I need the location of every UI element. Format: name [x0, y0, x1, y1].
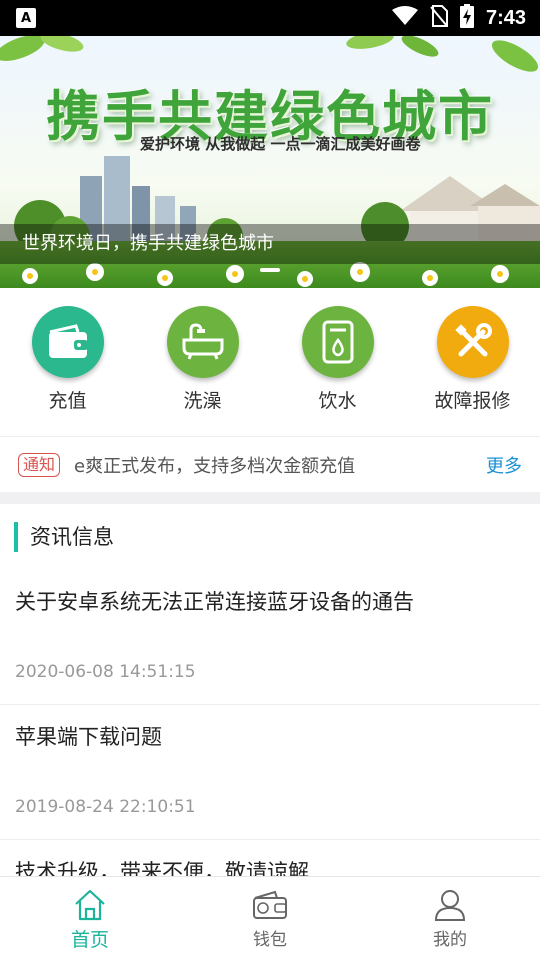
- tab-profile[interactable]: 我的: [360, 877, 540, 960]
- status-bar: A 7:43: [0, 0, 540, 36]
- banner-carousel[interactable]: 携手共建绿色城市 爱护环境 从我做起 一点一滴汇成美好画卷 世界环境日，携手共建…: [0, 36, 540, 288]
- bottom-tab-bar: 首页 钱包 我的: [0, 876, 540, 960]
- banner-caption: 世界环境日，携手共建绿色城市: [0, 224, 540, 264]
- quick-item-label: 饮水: [318, 390, 357, 412]
- banner-slogan: 爱护环境 从我做起 一点一滴汇成美好画卷: [140, 135, 421, 153]
- no-sim-icon: [430, 5, 448, 31]
- news-section-header: 资讯信息: [0, 504, 540, 571]
- quick-item-drinking-water[interactable]: 饮水: [270, 288, 405, 434]
- battery-charging-icon: [459, 4, 474, 32]
- notice-text[interactable]: e爽正式发布，支持多档次金额充值: [74, 452, 486, 478]
- section-title: 资讯信息: [30, 525, 114, 549]
- notice-tag: 通知: [18, 453, 61, 477]
- quick-item-repair[interactable]: 故障报修: [405, 288, 540, 434]
- tab-wallet[interactable]: 钱包: [180, 877, 360, 960]
- wallet-icon[interactable]: [31, 306, 104, 378]
- carousel-indicator: [260, 268, 280, 272]
- app-screen: A 7:43 携手共建绿色城市 爱护环境 从我做起 一点一滴汇成美好画卷 世界环…: [0, 0, 540, 960]
- news-date: 2020-06-08 14:51:15: [15, 662, 196, 682]
- quick-item-label: 充值: [48, 390, 87, 412]
- quick-item-label: 故障报修: [434, 390, 511, 412]
- tab-label: 钱包: [253, 930, 287, 950]
- news-item[interactable]: 关于安卓系统无法正常连接蓝牙设备的通告 2020-06-08 14:51:15: [0, 570, 540, 705]
- status-time: 7:43: [485, 6, 526, 29]
- news-date: 2019-08-24 22:10:51: [15, 797, 196, 817]
- wallet-tab-icon: [251, 887, 289, 923]
- quick-item-label: 洗澡: [183, 390, 222, 412]
- water-heater-icon[interactable]: [301, 306, 374, 378]
- section-accent-bar: [14, 522, 18, 552]
- a-icon: A: [16, 8, 36, 28]
- news-title: 苹果端下载问题: [15, 725, 162, 749]
- bathtub-icon[interactable]: [166, 306, 239, 378]
- wifi-icon: [391, 6, 418, 30]
- quick-menu: 充值 洗澡 饮水 故障报修: [0, 288, 540, 434]
- news-item[interactable]: 苹果端下载问题 2019-08-24 22:10:51: [0, 705, 540, 840]
- repair-tools-icon[interactable]: [436, 306, 509, 378]
- tab-label: 我的: [433, 930, 467, 950]
- notice-more-link[interactable]: 更多: [486, 452, 522, 478]
- tab-label: 首页: [70, 929, 109, 951]
- notice-bar[interactable]: 通知 e爽正式发布，支持多档次金额充值 更多: [0, 436, 540, 493]
- quick-item-recharge[interactable]: 充值: [0, 288, 135, 434]
- section-divider: [0, 492, 540, 504]
- news-title: 关于安卓系统无法正常连接蓝牙设备的通告: [15, 590, 414, 614]
- carousel-dot-active: [260, 268, 280, 272]
- tab-home[interactable]: 首页: [0, 877, 180, 960]
- quick-item-shower[interactable]: 洗澡: [135, 288, 270, 434]
- home-icon: [73, 887, 107, 923]
- user-icon: [433, 887, 467, 923]
